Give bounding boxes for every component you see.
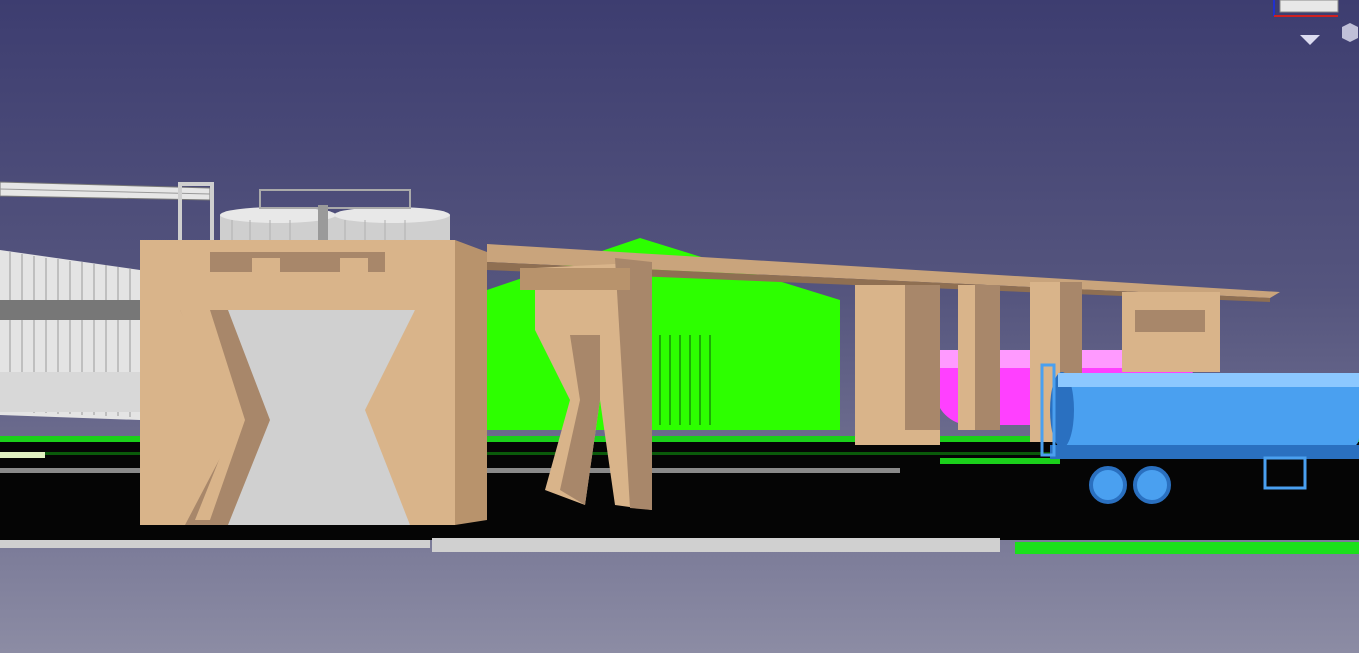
warehouse <box>0 250 140 420</box>
chevron-down-icon[interactable] <box>1300 35 1320 45</box>
concrete-portal-left <box>140 240 487 525</box>
scene-render[interactable] <box>0 0 1359 653</box>
navigation-cube[interactable] <box>1268 0 1359 52</box>
3d-viewport[interactable] <box>0 0 1359 653</box>
view-cube-icon[interactable] <box>1342 23 1358 42</box>
navigation-cube-icon[interactable] <box>1268 0 1359 52</box>
conveyor-gantry <box>0 181 214 244</box>
